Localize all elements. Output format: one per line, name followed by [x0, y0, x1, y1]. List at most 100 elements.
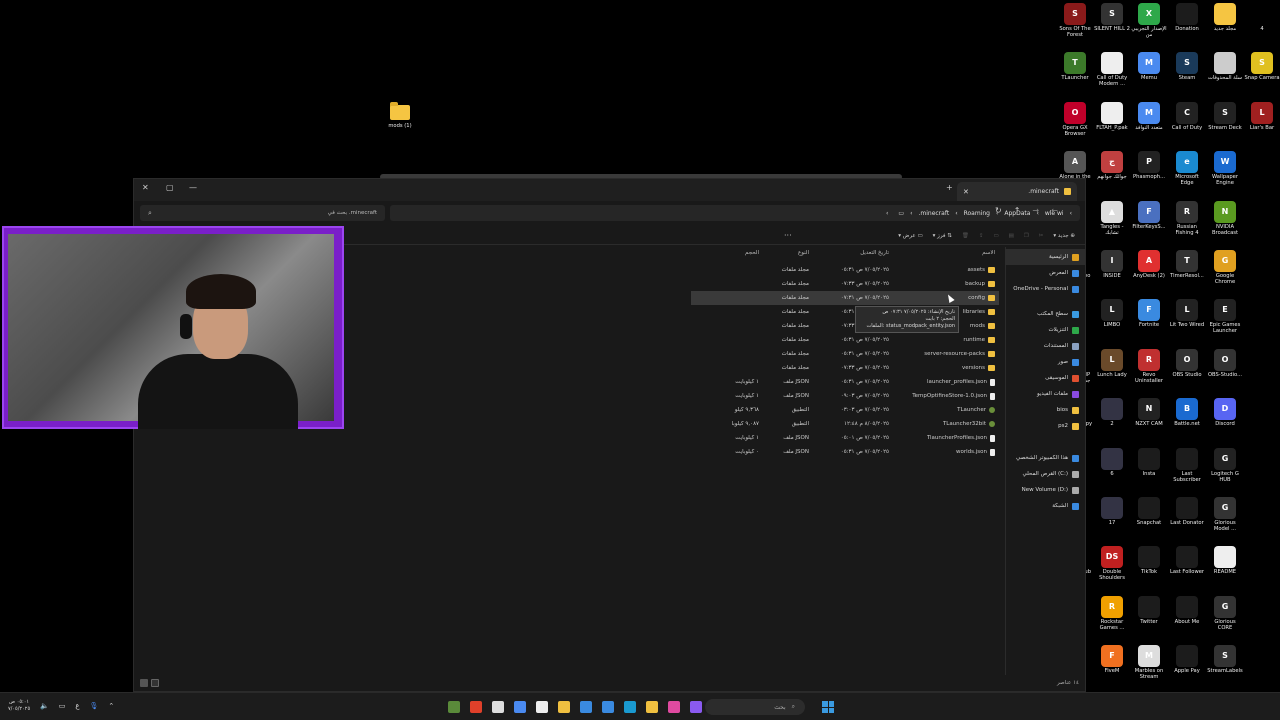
desktop-icon[interactable]: Twitter — [1131, 595, 1167, 625]
desktop-icon[interactable]: S Snap Camera — [1244, 52, 1280, 81]
edge-icon[interactable] — [624, 701, 636, 713]
language-indicator[interactable]: ع — [75, 702, 79, 710]
desktop-icon[interactable]: ج جوائك جوانهم — [1094, 151, 1130, 180]
desktop-icon[interactable]: S StreamLabels — [1207, 645, 1243, 674]
file-row[interactable]: TempOptifineStore-1.0.json ٧/٠٥/٢٠٢٥ ص ٠٩… — [691, 389, 999, 403]
file-row[interactable]: TLauncher32bit ٨/٠٥/٢٠٢٥ م ١٢:٤٨ التطبيق ٩,… — [691, 417, 999, 431]
more-options-icon[interactable]: ··· — [784, 231, 792, 240]
desktop-icon[interactable]: O Opera GX Browser — [1057, 101, 1093, 137]
sticky-notes-icon[interactable] — [558, 701, 570, 713]
up-icon[interactable]: ↑ — [1014, 206, 1021, 215]
address-bar[interactable]: ‹ wle wi ‹ AppData ‹ Roaming ‹ .minecraf… — [390, 205, 1080, 221]
desktop-icon[interactable]: M Memu — [1131, 52, 1167, 81]
tiles-view-icon[interactable] — [151, 679, 159, 687]
desktop-icon[interactable]: مجلد جديد — [1207, 3, 1243, 32]
tab-minecraft[interactable]: ✕ .minecraft — [957, 182, 1077, 201]
desktop-icon[interactable]: L Liar's Bar — [1244, 101, 1280, 131]
desktop-icon[interactable]: Last Donator — [1169, 497, 1205, 526]
nav-item[interactable]: الموسيقى — [1005, 370, 1085, 386]
desktop-icon[interactable]: L Lit Two Wired — [1169, 299, 1205, 328]
refresh-icon[interactable]: ↻ — [995, 206, 1002, 215]
chrome-icon[interactable] — [470, 701, 482, 713]
desktop-icon[interactable]: Snapchat — [1131, 497, 1167, 526]
rename-icon[interactable]: ▭ — [993, 233, 998, 239]
desktop-icon[interactable]: R Revo Uninstaller — [1131, 348, 1167, 384]
nav-item[interactable]: ملفات الفيديو — [1005, 386, 1085, 402]
desktop-icon[interactable]: 4 — [1244, 3, 1280, 32]
desktop-icon[interactable]: G Glorious Model ... — [1207, 497, 1243, 532]
start-button[interactable] — [822, 701, 834, 713]
desktop-icon[interactable]: L LIMBO — [1094, 299, 1130, 328]
file-row[interactable]: versions ٧/٠٥/٢٠٢٥ ص ٠٧:٣٣ مجلد ملفات — [691, 361, 999, 375]
desktop-icon[interactable]: G Google Chrome — [1207, 250, 1243, 285]
desktop-icon[interactable]: O OBS Studio — [1169, 348, 1205, 378]
file-row[interactable]: backup ٧/٠٥/٢٠٢٥ ص ٠٧:٣٣ مجلد ملفات — [691, 277, 999, 291]
terminal-icon[interactable] — [536, 701, 548, 713]
desktop-icon[interactable]: S Steam — [1169, 52, 1205, 81]
nav-item[interactable]: هذا الكمبيوتر الشخصي — [1005, 450, 1085, 466]
desktop-icon[interactable]: S Stream Deck — [1207, 101, 1243, 131]
file-row[interactable]: launcher_profiles.json ٧/٠٥/٢٠٢٥ ص ٠٥:٣١ م… — [691, 375, 999, 389]
new-button[interactable]: ▾ جديد ⊕ — [1053, 233, 1075, 239]
nav-item[interactable]: القرص المحلي (C:) — [1005, 466, 1085, 482]
desktop-icon[interactable]: E Epic Games Launcher — [1207, 299, 1243, 334]
desktop-icon[interactable]: L Lunch Lady — [1094, 348, 1130, 378]
desktop-icon[interactable]: I INSIDE — [1094, 250, 1130, 279]
desktop-icon[interactable]: DS Double Shoulders — [1094, 546, 1130, 581]
desktop-icon[interactable]: T TLauncher — [1057, 52, 1093, 81]
copy-icon[interactable]: ❐ — [1024, 233, 1029, 239]
clock[interactable]: ٠٥:٠١ ص ٧/٠٥/٢٠٢٥ — [8, 699, 30, 713]
desktop-icon[interactable]: Donation — [1169, 3, 1205, 32]
file-row[interactable]: assets ٧/٠٥/٢٠٢٥ ص ٠٥:٣١ مجلد ملفات — [691, 263, 999, 277]
desktop-icon[interactable]: S SILENT HILL 2 — [1094, 3, 1130, 32]
close-window-icon[interactable]: ✕ — [142, 183, 149, 192]
share-icon[interactable]: ⇪ — [979, 233, 984, 239]
desktop-icon[interactable]: Insta — [1131, 447, 1167, 477]
nav-item[interactable]: ps2 — [1005, 418, 1085, 434]
search-input[interactable]: ⌕ بحث في .minecraft — [140, 205, 385, 221]
back-icon[interactable]: ← — [1051, 206, 1058, 215]
desktop-icon[interactable]: O OBS-Studio... — [1207, 348, 1243, 378]
calendar-icon[interactable] — [602, 701, 614, 713]
file-row[interactable]: TlauncherProfiles.json ٧/٠٥/٢٠٢٥ ص ٠٥:٠١ م… — [691, 431, 999, 445]
desktop-icon[interactable]: M متعدد النوافذ — [1131, 101, 1167, 131]
sort-button[interactable]: ▾ فرز ⇅ — [933, 233, 952, 239]
discord-icon[interactable] — [690, 701, 702, 713]
view-button[interactable]: ▾ عرض ▭ — [898, 233, 922, 239]
desktop-icon[interactable]: G Logitech G HUB — [1207, 447, 1243, 483]
nav-item[interactable]: التنزيلات — [1005, 322, 1085, 338]
nav-item[interactable]: صور — [1005, 354, 1085, 370]
desktop-icon[interactable]: Call of Duty Modern ... — [1094, 52, 1130, 87]
desktop-icon[interactable]: 17 — [1094, 497, 1130, 526]
minecraft-icon[interactable] — [448, 701, 460, 713]
breadcrumb-item[interactable]: Roaming — [964, 210, 990, 217]
desktop-icon[interactable]: F FiveM — [1094, 645, 1130, 674]
paste-icon[interactable]: ▤ — [1009, 233, 1014, 239]
file-row[interactable]: server-resource-packs ٧/٠٥/٢٠٢٥ ص ٠٥:٣١ مج… — [691, 347, 999, 361]
desktop-icon[interactable]: R Russian Fishing 4 — [1169, 200, 1205, 236]
desktop-folder-mods[interactable]: mods (1) — [382, 102, 418, 129]
column-date[interactable]: تاريخ التعديل — [813, 250, 893, 262]
desktop-icon[interactable]: README — [1207, 546, 1243, 575]
close-tab-icon[interactable]: ✕ — [963, 188, 969, 196]
desktop-icon[interactable]: X الإصدار التجريبي من — [1131, 3, 1167, 38]
nav-item[interactable]: الشبكة — [1005, 498, 1085, 514]
cut-icon[interactable]: ✂ — [1039, 233, 1044, 239]
cursor-app-icon[interactable] — [514, 701, 526, 713]
details-view-icon[interactable] — [140, 679, 148, 687]
desktop-icon[interactable]: S Sons Of The Forest — [1057, 3, 1093, 38]
speaker-icon[interactable]: 🔈 — [40, 702, 49, 710]
desktop-icon[interactable]: 2 — [1094, 398, 1130, 427]
minimize-icon[interactable]: — — [189, 183, 197, 192]
taskbar-search[interactable]: بحث ⌕ — [705, 699, 805, 715]
nav-item[interactable]: الرئيسية — [1005, 249, 1085, 265]
desktop-icon[interactable]: G Glorious CORE — [1207, 595, 1243, 631]
column-size[interactable]: الحجم — [706, 250, 763, 262]
desktop-icon[interactable]: TikTok — [1131, 546, 1167, 575]
nav-item[interactable]: سطح المكتب — [1005, 306, 1085, 322]
desktop-icon[interactable]: T TimerResol... — [1169, 250, 1205, 279]
desktop-icon[interactable]: B Battle.net — [1169, 398, 1205, 427]
nav-item[interactable]: bios — [1005, 402, 1085, 418]
nav-item[interactable]: المستندات — [1005, 338, 1085, 354]
desktop-icon[interactable]: P Phasmoph... — [1131, 151, 1167, 180]
